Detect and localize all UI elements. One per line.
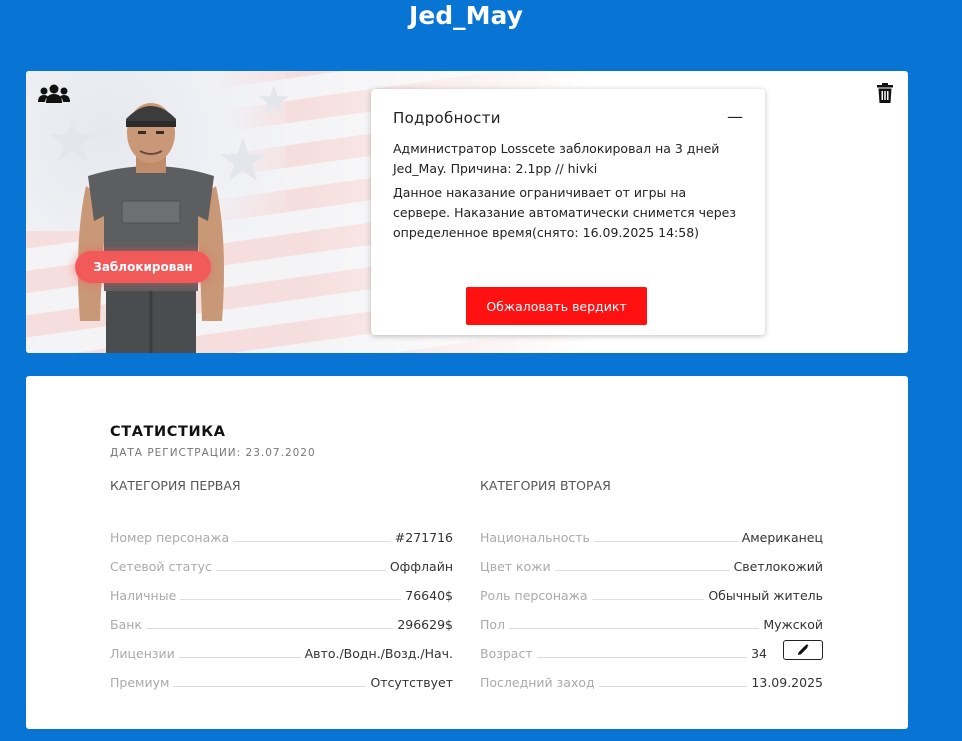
stat-row: Национальность Американец bbox=[480, 516, 823, 545]
users-group-icon[interactable] bbox=[38, 83, 70, 105]
stat-row: Цвет кожи Светлокожий bbox=[480, 545, 823, 574]
stat-value: 34 bbox=[751, 646, 767, 661]
stat-value: Обычный житель bbox=[708, 588, 823, 603]
stats-card: СТАТИСТИКА ДАТА РЕГИСТРАЦИИ: 23.07.2020 … bbox=[26, 376, 908, 729]
stat-label: Последний заход bbox=[480, 675, 595, 690]
details-panel: Подробности — Администратор Losscete заб… bbox=[371, 89, 765, 335]
registration-date: ДАТА РЕГИСТРАЦИИ: 23.07.2020 bbox=[110, 447, 316, 459]
stat-label: Национальность bbox=[480, 530, 590, 545]
stat-row: Пол Мужской bbox=[480, 603, 823, 632]
stat-value: Американец bbox=[741, 530, 823, 545]
character-avatar bbox=[78, 103, 224, 353]
stat-label: Цвет кожи bbox=[480, 559, 551, 574]
punishment-description: Данное наказание ограничивает от игры на… bbox=[393, 185, 736, 240]
stat-row: Возраст 34 bbox=[480, 632, 823, 661]
status-badge: Заблокирован bbox=[75, 251, 211, 283]
stat-label: Роль персонажа bbox=[480, 588, 588, 603]
stat-label: Сетевой статус bbox=[110, 559, 212, 574]
punishment-info: Администратор Losscete заблокировал на 3… bbox=[393, 141, 720, 176]
page-title: Jed_May bbox=[409, 1, 523, 30]
category-heading: КАТЕГОРИЯ ВТОРАЯ bbox=[480, 478, 611, 493]
stat-row: Премиум Отсутствует bbox=[110, 661, 453, 690]
stat-row: Банк 296629$ bbox=[110, 603, 453, 632]
stat-value: Авто./Водн./Возд./Нач. bbox=[304, 646, 453, 661]
stats-title: СТАТИСТИКА bbox=[110, 424, 226, 440]
stat-label: Возраст bbox=[480, 646, 533, 661]
stat-value: Оффлайн bbox=[389, 559, 453, 574]
stat-row: Последний заход 13.09.2025 bbox=[480, 661, 823, 690]
stat-value: Мужской bbox=[763, 617, 823, 632]
stat-label: Банк bbox=[110, 617, 142, 632]
edit-age-button[interactable] bbox=[783, 640, 823, 660]
stat-label: Премиум bbox=[110, 675, 170, 690]
stat-row: Номер персонажа #271716 bbox=[110, 516, 453, 545]
pencil-icon bbox=[798, 644, 809, 655]
stat-label: Номер персонажа bbox=[110, 530, 230, 545]
stat-label: Лицензии bbox=[110, 646, 175, 661]
category-heading: КАТЕГОРИЯ ПЕРВАЯ bbox=[110, 478, 241, 493]
stat-value: Светлокожий bbox=[733, 559, 823, 574]
stat-value: Отсутствует bbox=[370, 675, 453, 690]
stats-column-first: КАТЕГОРИЯ ПЕРВАЯ Номер персонажа #271716 … bbox=[110, 478, 453, 690]
stat-value: 76640$ bbox=[405, 588, 453, 603]
profile-card: ★ ★ ★ Заблокирован Подробности — Админис… bbox=[26, 71, 908, 353]
details-title: Подробности bbox=[393, 109, 501, 127]
stat-row: Наличные 76640$ bbox=[110, 574, 453, 603]
stats-column-second: КАТЕГОРИЯ ВТОРАЯ Национальность Американе… bbox=[480, 478, 823, 690]
stat-row: Сетевой статус Оффлайн bbox=[110, 545, 453, 574]
appeal-button[interactable]: Обжаловать вердикт bbox=[466, 287, 647, 325]
details-text: Администратор Losscete заблокировал на 3… bbox=[393, 139, 743, 247]
stat-row: Лицензии Авто./Водн./Возд./Нач. bbox=[110, 632, 453, 661]
trash-icon[interactable] bbox=[876, 83, 894, 103]
stat-value: 13.09.2025 bbox=[751, 675, 823, 690]
stat-value: 296629$ bbox=[397, 617, 453, 632]
stat-row: Роль персонажа Обычный житель bbox=[480, 574, 823, 603]
stat-label: Наличные bbox=[110, 588, 177, 603]
collapse-button[interactable]: — bbox=[727, 107, 743, 126]
stat-value: #271716 bbox=[394, 530, 453, 545]
stat-label: Пол bbox=[480, 617, 506, 632]
